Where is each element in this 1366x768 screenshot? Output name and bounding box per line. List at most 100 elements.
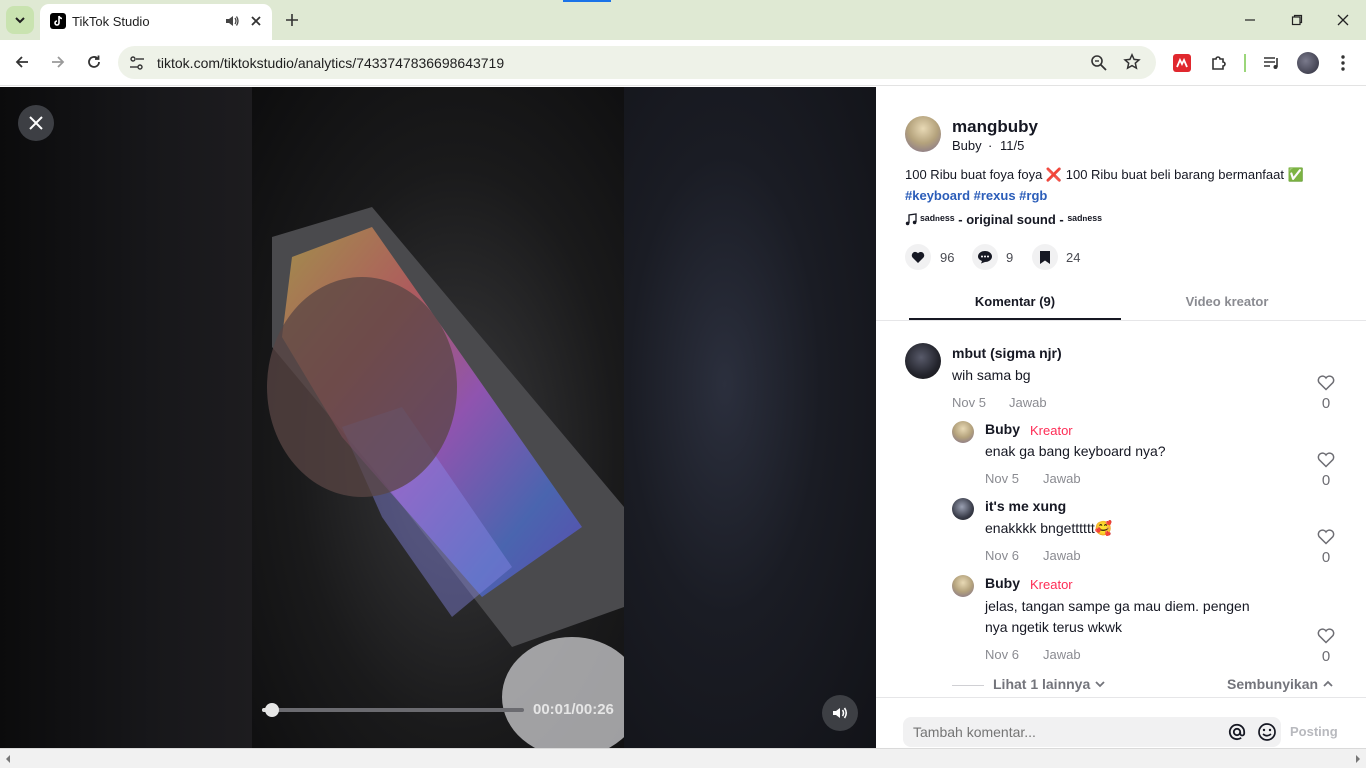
post-comment-button[interactable]: Posting [1290,724,1338,739]
commenter-avatar[interactable] [952,421,974,443]
close-video-button[interactable] [18,105,54,141]
tab-loading-indicator [563,0,611,2]
browser-toolbar: tiktok.com/tiktokstudio/analytics/743374… [0,40,1366,86]
horizontal-scrollbar[interactable] [0,748,1366,768]
plus-icon [286,14,298,26]
tab-tiktok-studio[interactable]: TikTok Studio [40,4,272,40]
creator-badge: Kreator [1030,423,1073,438]
address-bar[interactable]: tiktok.com/tiktokstudio/analytics/743374… [118,46,1156,79]
chevron-down-icon [1095,681,1105,688]
comment-input[interactable] [913,721,1213,743]
comment-like-button[interactable]: 0 [1311,529,1341,566]
browser-tab-bar: TikTok Studio [0,0,1366,40]
tab-close-icon[interactable] [248,13,264,34]
menu-kebab-icon[interactable] [1340,54,1346,77]
mention-icon[interactable] [1227,722,1247,747]
comment-text-line2: nya ngetik terus wkwk [985,619,1122,635]
author-avatar[interactable] [905,116,941,152]
arrow-right-icon [52,56,65,68]
restore-icon [1291,14,1303,26]
video-frame[interactable] [252,87,624,748]
post-caption: 100 Ribu buat foya foya ❌ 100 Ribu buat … [905,167,1304,182]
commenter-name[interactable]: it's me xung [985,498,1066,514]
heart-outline-icon [1317,375,1335,391]
author-username[interactable]: mangbuby [952,117,1038,137]
reply-button[interactable]: Jawab [1009,395,1047,410]
bookmark-star-icon[interactable] [1123,52,1141,76]
comment-text: enakkkk bngetttttt🥰 [985,520,1113,536]
comment-input-box[interactable] [903,717,1281,747]
tab-comments-label: Komentar (9) [974,294,1056,309]
commenter-name[interactable]: Buby [985,575,1020,591]
profile-avatar[interactable] [1297,52,1319,74]
zoom-icon[interactable] [1090,54,1108,77]
close-window-button[interactable] [1329,8,1357,32]
author-display-name: Buby [952,138,982,153]
tab-creator-videos[interactable]: Video kreator [1121,287,1333,320]
toolbar-divider [1244,54,1246,72]
speaker-icon [833,707,848,719]
tab-search-button[interactable] [6,6,34,34]
comments-count: 9 [1006,250,1014,265]
volume-button[interactable] [822,695,858,731]
extension-red-icon[interactable] [1173,54,1191,72]
reply-button[interactable]: Jawab [1043,647,1081,662]
scroll-right-icon [1356,755,1360,763]
likes-stat: 96 [905,244,965,270]
restore-button[interactable] [1283,8,1311,32]
minimize-icon [1245,19,1255,21]
comment-like-button[interactable]: 0 [1311,628,1341,665]
comment-like-count: 0 [1321,648,1331,665]
comment-like-count: 0 [1321,395,1331,412]
see-more-replies-button[interactable]: Lihat 1 lainnya [993,676,1106,692]
commenter-name[interactable]: mbut (sigma njr) [952,345,1062,361]
video-progress-track[interactable] [262,703,524,717]
new-tab-button[interactable] [280,8,304,32]
heart-outline-icon [1317,529,1335,545]
reply-button[interactable]: Jawab [1043,548,1081,563]
tab-comments[interactable]: Komentar (9) [909,287,1121,320]
meta-separator: · [988,138,993,153]
commenter-avatar[interactable] [952,575,974,597]
minimize-button[interactable] [1236,8,1264,32]
comment-like-button[interactable]: 0 [1311,452,1341,489]
extensions-puzzle-icon[interactable] [1209,53,1229,78]
comment-date: Nov 6 [985,647,1019,662]
likes-count: 96 [940,250,955,265]
post-hashtags[interactable]: #keyboard #rexus #rgb [905,188,1047,203]
reply-item: Buby Kreator enak ga bang keyboard nya? … [876,417,1366,492]
composer-divider [876,697,1366,698]
commenter-name[interactable]: Buby [985,421,1020,437]
chevron-down-icon [15,17,25,24]
saves-count: 24 [1066,250,1081,265]
comment-date: Nov 5 [952,395,986,410]
emoji-icon[interactable] [1257,722,1277,747]
tab-creator-videos-label: Video kreator [1185,294,1269,309]
reload-button[interactable] [82,50,106,74]
reply-button[interactable]: Jawab [1043,471,1081,486]
commenter-avatar[interactable] [952,498,974,520]
video-blur-background-left [0,87,252,748]
forward-button[interactable] [46,50,70,74]
media-controls-icon[interactable] [1262,53,1282,78]
commenter-avatar[interactable] [905,343,941,379]
video-player[interactable]: 00:01/00:26 [0,87,876,748]
comment-bubble-icon [972,244,998,270]
music-note-icon [905,213,917,231]
heart-icon [905,244,931,270]
comment-like-button[interactable]: 0 [1311,375,1341,412]
tab-audio-icon[interactable] [224,13,240,34]
post-sound[interactable]: ˢᵃᵈⁿᵉˢˢ - original sound - ˢᵃᵈⁿᵉˢˢ [920,212,1102,227]
comment-like-count: 0 [1321,549,1331,566]
site-info-icon[interactable] [128,54,146,77]
video-time-display: 00:01/00:26 [533,701,614,718]
comments-stat: 9 [972,244,1032,270]
saves-stat: 24 [1032,244,1092,270]
tab-title: TikTok Studio [72,14,150,29]
creator-badge: Kreator [1030,577,1073,592]
back-button[interactable] [10,50,34,74]
comment-like-count: 0 [1321,472,1331,489]
comment-text: enak ga bang keyboard nya? [985,443,1166,459]
hide-replies-button[interactable]: Sembunyikan [1227,676,1334,692]
url-text: tiktok.com/tiktokstudio/analytics/743374… [157,55,505,71]
